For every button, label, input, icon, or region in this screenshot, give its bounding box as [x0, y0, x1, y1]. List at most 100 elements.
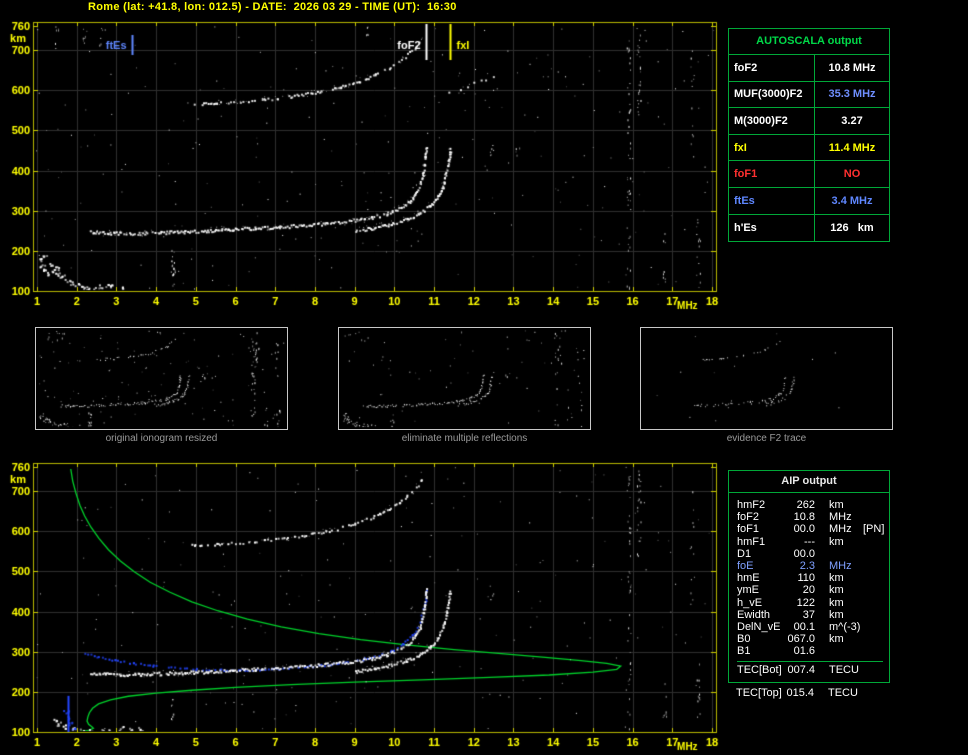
parameter-flag	[859, 609, 889, 621]
parameter-value: 3.27	[841, 114, 863, 127]
parameter-value: 10.8 MHz	[828, 61, 876, 74]
autoscala-table-row: fxI 11.4 MHz	[729, 134, 889, 162]
parameter-value: 122	[796, 596, 815, 609]
parameter-name: B1	[737, 645, 751, 658]
parameter-name: foE	[737, 560, 754, 573]
parameter-flag	[859, 645, 889, 657]
parameter-unit: m^(-3)	[829, 621, 861, 634]
thumbnail-multiple-reflections	[338, 327, 591, 430]
autoscala-table-row: foF2 10.8 MHz	[729, 55, 889, 82]
aip-table-footer: TEC[Top] 015.4 TECU	[728, 687, 890, 699]
aip-table-rows: hmF2 262 km foF2 10.8 MHz foF1 00.0 MHz [PN] hmF1 -…	[729, 493, 889, 676]
parameter-unit	[815, 645, 859, 657]
autoscala-table-row: foF1 NO	[729, 161, 889, 188]
parameter-flag	[859, 597, 889, 609]
parameter-value: 20	[802, 584, 815, 597]
autoscala-table-row: MUF(3000)F2 35.3 MHz	[729, 81, 889, 109]
parameter-flag	[859, 548, 889, 560]
parameter-value: 015.4	[786, 687, 814, 699]
parameter-name: B0	[737, 633, 751, 646]
parameter-name: hmE	[737, 572, 760, 585]
thumbnail-caption: original ionogram resized	[105, 433, 218, 444]
parameter-value: 00.1	[793, 621, 815, 634]
aip-table-row: foF1 00.0 MHz [PN]	[737, 523, 889, 535]
parameter-name: D1	[737, 547, 752, 560]
parameter-unit: km	[829, 499, 844, 511]
aip-table-title: AIP output	[729, 471, 889, 493]
parameter-flag	[858, 687, 890, 699]
parameter-name: MUF(3000)F2	[729, 81, 815, 108]
parameter-unit: MHz	[829, 511, 852, 524]
bottom-ionogram-panel	[0, 455, 724, 755]
parameter-name: Ewidth	[737, 608, 771, 621]
autoscala-application-window: { "header": { "title": "Rome (lat: +41.8…	[0, 0, 968, 755]
parameter-name: foF2	[737, 511, 760, 524]
parameter-name: hmF2	[737, 499, 766, 511]
parameter-name: h'Es	[729, 214, 815, 242]
bottom-ionogram-canvas	[0, 455, 724, 755]
parameter-flag	[859, 511, 889, 523]
aip-table-row: ymE 20 km	[737, 584, 889, 596]
parameter-flag	[859, 499, 889, 511]
thumbnail-f2-trace	[640, 327, 893, 430]
parameter-unit: km	[829, 572, 844, 585]
parameter-name: hmF1	[737, 535, 766, 548]
parameter-name: TEC[Top]	[736, 687, 782, 699]
thumbnail-canvas-f2	[640, 327, 893, 430]
thumbnail-canvas-original	[35, 327, 288, 430]
aip-output-table: AIP output hmF2 262 km foF2 10.8 MHz foF1 00.0 M…	[728, 470, 890, 683]
parameter-value: 11.4 MHz	[828, 141, 876, 154]
top-ionogram-panel	[0, 14, 724, 318]
parameter-value: ---	[804, 535, 815, 548]
aip-table-row: foF2 10.8 MHz	[737, 511, 889, 523]
parameter-value: 126 km	[830, 221, 874, 234]
aip-table-row: TEC[Top] 015.4 TECU	[736, 687, 890, 699]
autoscala-table-row: ftEs 3.4 MHz	[729, 187, 889, 215]
parameter-unit: km	[829, 608, 844, 621]
parameter-flag	[859, 633, 889, 645]
parameter-unit	[815, 548, 859, 560]
thumbnail-canvas-multiples	[338, 327, 591, 430]
parameter-name: ymE	[737, 584, 759, 597]
parameter-name: foF1	[729, 161, 815, 187]
parameter-value: NO	[843, 168, 861, 181]
parameter-name: TEC[Bot]	[737, 663, 782, 676]
parameter-name: M(3000)F2	[729, 108, 815, 134]
parameter-name: DelN_vE	[737, 621, 781, 634]
station-header: Rome (lat: +41.8, lon: 012.5) - DATE: 20…	[88, 1, 457, 13]
parameter-value: 2.3	[799, 560, 815, 573]
autoscala-table-row: h'Es 126 km	[729, 214, 889, 242]
parameter-name: foF1	[737, 523, 760, 536]
aip-table-row: Ewidth 37 km	[737, 609, 889, 621]
parameter-unit: km	[829, 596, 844, 609]
parameter-value: 35.3 MHz	[828, 88, 876, 101]
aip-table-row: D1 00.0	[737, 548, 889, 560]
parameter-unit: TECU	[828, 687, 858, 699]
parameter-value: 37	[802, 608, 815, 621]
parameter-unit: km	[829, 584, 844, 597]
thumbnail-caption: eliminate multiple reflections	[401, 433, 528, 444]
autoscala-table-rows: foF2 10.8 MHz MUF(3000)F2 35.3 MHz M(3000)F2…	[729, 55, 889, 242]
top-ionogram-canvas	[0, 14, 724, 318]
aip-table-row: foE 2.3 MHz	[737, 560, 889, 572]
parameter-value: 00.0	[793, 523, 815, 536]
parameter-value: 110	[797, 572, 815, 585]
parameter-value: 3.4 MHz	[831, 194, 873, 207]
autoscala-output-table: AUTOSCALA output foF2 10.8 MHz MUF(3000)F2…	[728, 28, 890, 243]
parameter-unit: km	[829, 535, 844, 548]
parameter-name: ftEs	[729, 187, 815, 214]
aip-table-row: B1 01.6	[737, 645, 889, 657]
parameter-flag	[859, 664, 883, 676]
parameter-flag	[859, 621, 889, 633]
aip-table-row: hmF1 --- km	[737, 536, 889, 548]
thumbnail-original-ionogram	[35, 327, 288, 430]
aip-table-row: TEC[Bot] 007.4 TECU	[737, 660, 883, 676]
aip-table-row: h_vE 122 km	[737, 597, 889, 609]
parameter-unit: TECU	[829, 663, 859, 676]
aip-table-row: DelN_vE 00.1 m^(-3)	[737, 621, 889, 633]
parameter-flag	[859, 560, 889, 572]
thumbnail-caption: evidence F2 trace	[726, 433, 807, 444]
parameter-flag: [PN]	[863, 523, 885, 536]
parameter-value: 01.6	[793, 645, 815, 658]
autoscala-table-title: AUTOSCALA output	[729, 29, 889, 55]
